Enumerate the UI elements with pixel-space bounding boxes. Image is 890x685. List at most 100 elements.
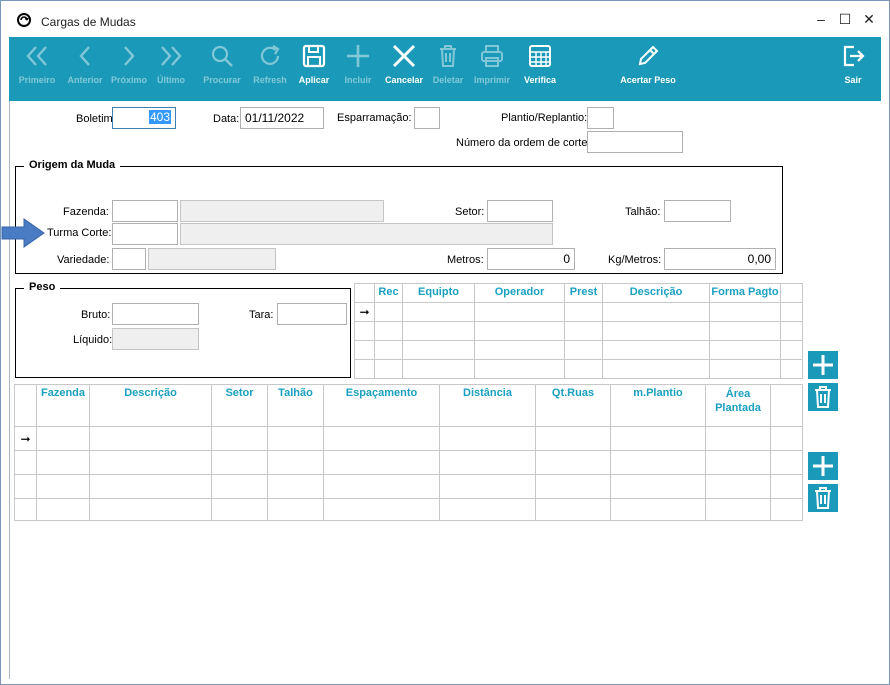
column-header[interactable]: Rec [374,283,403,303]
table-cell[interactable] [535,474,611,499]
column-header[interactable]: Operador [474,283,565,303]
table-cell[interactable] [402,321,475,341]
table-cell[interactable] [705,450,771,475]
close-window-button[interactable]: ✕ [861,11,877,27]
table-cell[interactable] [374,359,403,379]
table-cell[interactable] [211,426,268,451]
ordem-corte-field[interactable] [587,131,683,153]
table-cell[interactable] [610,426,706,451]
table-cell[interactable] [89,474,212,499]
first-button[interactable]: Primeiro [11,37,63,101]
column-header[interactable]: Forma Pagto [709,283,781,303]
column-header[interactable]: Distância [439,384,536,427]
table-cell[interactable] [267,474,324,499]
metros-field[interactable]: 0 [487,248,575,270]
plantio-replantio-field[interactable] [587,107,614,129]
table-cell[interactable] [780,359,803,379]
table-cell[interactable] [402,359,475,379]
table-cell[interactable] [267,498,324,521]
table-cell[interactable] [602,359,710,379]
table-cell[interactable] [535,426,611,451]
column-header[interactable]: Fazenda [36,384,90,427]
column-header[interactable]: Setor [211,384,268,427]
table-row[interactable] [14,498,803,521]
table-cell[interactable] [564,302,603,322]
table-cell[interactable] [374,302,403,322]
table-cell[interactable] [770,426,803,451]
table-row[interactable]: ➞ [354,302,803,322]
cancel-button[interactable]: Cancelar [381,37,427,101]
table-cell[interactable] [402,302,475,322]
table-cell[interactable] [89,450,212,475]
minimize-button[interactable]: – [813,11,829,27]
last-button[interactable]: Último [151,37,191,101]
bruto-field[interactable] [112,303,199,325]
table-cell[interactable] [535,450,611,475]
column-header[interactable]: Qt.Ruas [535,384,611,427]
table-cell[interactable] [439,474,536,499]
table-cell[interactable] [610,450,706,475]
table-row[interactable] [354,340,803,360]
table-cell[interactable] [474,340,565,360]
table-cell[interactable] [474,359,565,379]
table-cell[interactable] [211,450,268,475]
adjust-weight-button[interactable]: Acertar Peso [613,37,683,101]
table-cell[interactable] [564,340,603,360]
table-cell[interactable] [780,302,803,322]
table-cell[interactable] [374,321,403,341]
table-row[interactable]: ➞ [14,426,803,451]
table-cell[interactable] [323,474,440,499]
turma-corte-code-field[interactable] [112,223,178,245]
table-row[interactable] [14,474,803,499]
table-cell[interactable] [709,359,781,379]
print-button[interactable]: Imprimir [469,37,515,101]
table-cell[interactable] [211,498,268,521]
table-cell[interactable] [439,426,536,451]
next-button[interactable]: Próximo [107,37,151,101]
add-equipment-button[interactable] [808,351,838,379]
include-button[interactable]: Incluir [337,37,379,101]
verify-button[interactable]: Verifica [517,37,563,101]
variedade-code-field[interactable] [112,248,146,270]
table-cell[interactable] [602,302,710,322]
table-cell[interactable] [323,450,440,475]
column-header[interactable]: Descrição [602,283,710,303]
column-header[interactable]: Descrição [89,384,212,427]
table-cell[interactable] [374,340,403,360]
search-button[interactable]: Procurar [199,37,245,101]
table-cell[interactable] [564,359,603,379]
column-header[interactable]: Talhão [267,384,324,427]
table-row[interactable] [354,321,803,341]
table-cell[interactable] [267,426,324,451]
table-cell[interactable] [780,340,803,360]
column-header[interactable]: Espaçamento [323,384,440,427]
table-cell[interactable] [36,474,90,499]
table-cell[interactable] [770,474,803,499]
table-cell[interactable] [439,450,536,475]
table-cell[interactable] [36,450,90,475]
setor-field[interactable] [487,200,553,222]
fazenda-code-field[interactable] [112,200,178,222]
table-cell[interactable] [267,450,324,475]
table-cell[interactable] [323,498,440,521]
table-cell[interactable] [770,498,803,521]
boletim-field[interactable]: 403 [112,107,176,129]
esparramacao-field[interactable] [414,107,440,129]
table-cell[interactable] [705,426,771,451]
column-header[interactable]: Prest [564,283,603,303]
table-cell[interactable] [709,302,781,322]
previous-button[interactable]: Anterior [63,37,107,101]
apply-button[interactable]: Aplicar [293,37,335,101]
column-header[interactable]: m.Plantio [610,384,706,427]
column-header[interactable]: Equipto [402,283,475,303]
table-cell[interactable] [705,474,771,499]
talhao-field[interactable] [664,200,731,222]
exit-button[interactable]: Sair [835,37,871,101]
table-cell[interactable] [705,498,771,521]
table-cell[interactable] [36,426,90,451]
table-cell[interactable] [610,474,706,499]
add-plantio-button[interactable] [808,452,838,480]
table-cell[interactable] [770,450,803,475]
table-cell[interactable] [36,498,90,521]
table-cell[interactable] [89,498,212,521]
